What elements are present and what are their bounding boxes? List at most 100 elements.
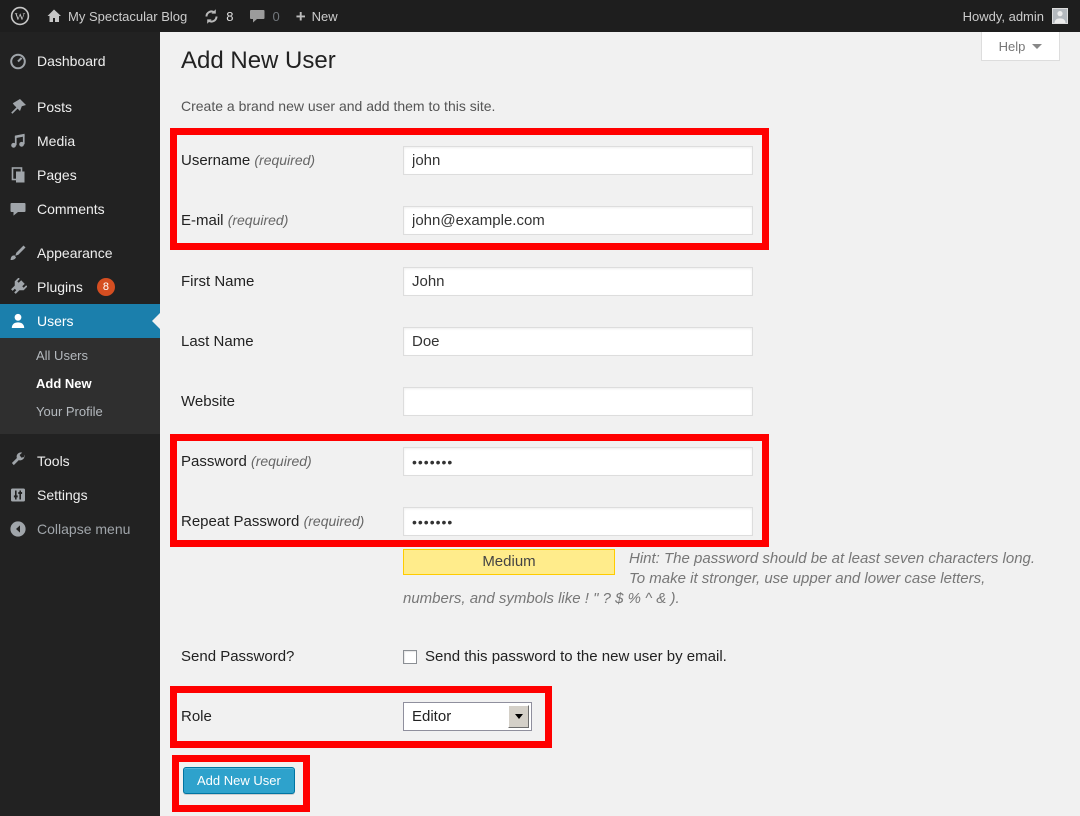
sidebar-item-comments[interactable]: Comments <box>0 192 160 226</box>
my-account-menu[interactable]: Howdy, admin <box>963 8 1068 24</box>
dashboard-icon <box>9 52 27 70</box>
sidebar-item-label: Appearance <box>37 245 113 261</box>
password-label: Password <box>181 453 247 470</box>
wordpress-logo-icon: W <box>10 6 30 26</box>
help-button[interactable]: Help <box>981 32 1060 61</box>
sidebar-item-label: Pages <box>37 167 77 183</box>
sidebar-item-posts[interactable]: Posts <box>0 90 160 124</box>
appearance-icon <box>9 244 27 262</box>
sidebar-item-label: Tools <box>37 453 70 469</box>
new-label: New <box>312 9 338 24</box>
first-name-label: First Name <box>181 267 254 296</box>
username-input[interactable] <box>403 146 753 175</box>
updates-menu[interactable]: 8 <box>203 0 233 32</box>
wordpress-logo-menu[interactable]: W <box>10 0 30 32</box>
admin-sidebar: Dashboard Posts Media Pages <box>0 32 160 816</box>
pages-icon <box>9 166 27 184</box>
howdy-text: Howdy, admin <box>963 9 1044 24</box>
page-subtitle: Create a brand new user and add them to … <box>181 98 495 114</box>
sidebar-item-appearance[interactable]: Appearance <box>0 236 160 270</box>
site-name-menu[interactable]: My Spectacular Blog <box>46 0 187 32</box>
last-name-input[interactable] <box>403 327 753 356</box>
plugin-icon <box>9 278 27 296</box>
collapse-icon <box>9 520 27 538</box>
admin-bar: W My Spectacular Blog 8 <box>0 0 1080 32</box>
sidebar-item-label: Users <box>37 313 74 329</box>
sidebar-item-dashboard[interactable]: Dashboard <box>0 44 160 78</box>
email-input[interactable] <box>403 206 753 235</box>
sidebar-item-label: Plugins <box>37 279 83 295</box>
password-hint-area: Medium Hint: The password should be at l… <box>403 549 1037 609</box>
repeat-password-input[interactable] <box>403 507 753 536</box>
sidebar-item-users[interactable]: Users <box>0 304 160 338</box>
submenu-item-your-profile[interactable]: Your Profile <box>0 398 160 426</box>
last-name-label: Last Name <box>181 327 254 356</box>
sidebar-item-settings[interactable]: Settings <box>0 478 160 512</box>
sidebar-item-label: Comments <box>37 201 105 217</box>
website-label: Website <box>181 387 235 416</box>
sidebar-item-label: Collapse menu <box>37 521 130 537</box>
first-name-input[interactable] <box>403 267 753 296</box>
email-label: E-mail <box>181 212 224 229</box>
updates-icon <box>203 8 220 25</box>
last-name-row: Last Name <box>181 327 753 356</box>
password-row: Password (required) <box>181 447 753 476</box>
required-note: (required) <box>251 453 312 469</box>
new-content-menu[interactable]: + New <box>296 0 338 32</box>
chevron-down-icon <box>515 714 523 719</box>
update-count: 8 <box>226 9 233 24</box>
pushpin-icon <box>9 98 27 116</box>
role-selected-value: Editor <box>412 703 451 730</box>
media-icon <box>9 132 27 150</box>
submenu-item-add-new[interactable]: Add New <box>0 370 160 398</box>
select-dropdown-button[interactable] <box>508 705 529 728</box>
required-note: (required) <box>228 212 289 228</box>
site-name: My Spectacular Blog <box>68 9 187 24</box>
username-label: Username <box>181 152 250 169</box>
svg-text:W: W <box>15 11 26 23</box>
users-icon <box>9 312 27 330</box>
repeat-password-row: Repeat Password (required) <box>181 507 753 536</box>
website-row: Website <box>181 387 753 416</box>
sidebar-item-plugins[interactable]: Plugins 8 <box>0 270 160 304</box>
wordpress-admin-add-new-user-page: W My Spectacular Blog 8 <box>0 0 1080 816</box>
sidebar-item-media[interactable]: Media <box>0 124 160 158</box>
send-password-checkbox-label[interactable]: Send this password to the new user by em… <box>425 648 727 665</box>
repeat-password-label: Repeat Password <box>181 513 299 530</box>
submenu-item-all-users[interactable]: All Users <box>0 342 160 370</box>
settings-icon <box>9 486 27 504</box>
send-password-checkbox[interactable] <box>403 650 417 664</box>
sidebar-item-collapse-menu[interactable]: Collapse menu <box>0 512 160 546</box>
tools-icon <box>9 452 27 470</box>
sidebar-item-label: Posts <box>37 99 72 115</box>
password-strength-meter: Medium <box>403 549 615 575</box>
page-title: Add New User <box>181 47 336 75</box>
comments-menu[interactable]: 0 <box>249 0 279 32</box>
sidebar-item-label: Media <box>37 133 75 149</box>
send-password-label: Send Password? <box>181 648 294 665</box>
users-submenu: All Users Add New Your Profile <box>0 338 160 434</box>
home-icon <box>46 8 62 24</box>
sidebar-item-pages[interactable]: Pages <box>0 158 160 192</box>
comment-bubble-icon <box>249 8 266 24</box>
website-input[interactable] <box>403 387 753 416</box>
role-label: Role <box>181 708 212 725</box>
help-label: Help <box>999 39 1026 54</box>
username-row: Username (required) <box>181 146 753 175</box>
comment-count: 0 <box>272 9 279 24</box>
plus-icon: + <box>296 8 306 25</box>
plugins-update-badge: 8 <box>97 278 115 296</box>
avatar <box>1052 8 1068 24</box>
sidebar-item-label: Dashboard <box>37 53 106 69</box>
sidebar-item-tools[interactable]: Tools <box>0 444 160 478</box>
comment-icon <box>9 200 27 218</box>
first-name-row: First Name <box>181 267 753 296</box>
password-input[interactable] <box>403 447 753 476</box>
current-menu-arrow <box>152 313 160 329</box>
email-row: E-mail (required) <box>181 206 753 235</box>
chevron-down-icon <box>1032 44 1042 49</box>
required-note: (required) <box>304 513 365 529</box>
required-note: (required) <box>254 152 315 168</box>
add-new-user-button[interactable]: Add New User <box>183 767 295 794</box>
role-select[interactable]: Editor <box>403 702 532 731</box>
